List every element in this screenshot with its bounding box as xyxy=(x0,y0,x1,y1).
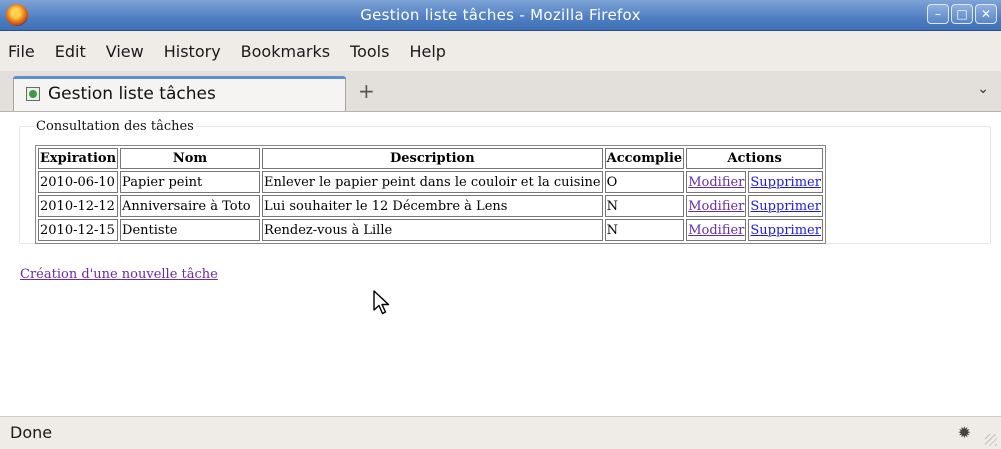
menu-history[interactable]: History xyxy=(154,42,231,61)
create-task-link[interactable]: Création d'une nouvelle tâche xyxy=(20,267,218,282)
header-nom: Nom xyxy=(120,148,261,169)
header-description: Description xyxy=(262,148,603,169)
bug-icon[interactable]: ✹ xyxy=(958,423,971,442)
cell-expiration: 2010-12-15 xyxy=(38,219,119,241)
modifier-link[interactable]: Modifier xyxy=(688,223,744,238)
table-header-row: Expiration Nom Description Accomplie Act… xyxy=(38,148,823,169)
cell-accomplie: O xyxy=(604,171,685,193)
mouse-pointer-icon xyxy=(373,290,390,315)
table-row: 2010-06-10 Papier peint Enlever le papie… xyxy=(38,171,823,193)
cell-accomplie: N xyxy=(604,219,685,241)
cell-supprimer: Supprimer xyxy=(748,219,823,241)
window-title: Gestion liste tâches - Mozilla Firefox xyxy=(360,6,641,24)
cell-description: Rendez-vous à Lille xyxy=(262,219,603,241)
cell-nom: Dentiste xyxy=(120,219,261,241)
cell-nom: Papier peint xyxy=(120,171,261,193)
menu-help[interactable]: Help xyxy=(399,42,455,61)
menu-view[interactable]: View xyxy=(96,42,154,61)
page-content: Consultation des tâches Expiration Nom D… xyxy=(0,112,1001,416)
page-favicon-icon xyxy=(26,87,40,101)
cell-description: Enlever le papier peint dans le couloir … xyxy=(262,171,603,193)
cell-accomplie: N xyxy=(604,195,685,217)
menu-bar: File Edit View History Bookmarks Tools H… xyxy=(0,31,1001,71)
cell-modifier: Modifier xyxy=(686,219,747,241)
table-row: 2010-12-12 Anniversaire à Toto Lui souha… xyxy=(38,195,823,217)
tab-label: Gestion liste tâches xyxy=(48,84,216,104)
status-bar: Done ✹ xyxy=(0,416,1001,449)
menu-edit[interactable]: Edit xyxy=(45,42,96,61)
header-actions: Actions xyxy=(686,148,823,169)
cell-supprimer: Supprimer xyxy=(748,171,823,193)
modifier-link[interactable]: Modifier xyxy=(688,175,744,190)
cell-description: Lui souhaiter le 12 Décembre à Lens xyxy=(262,195,603,217)
supprimer-link[interactable]: Supprimer xyxy=(750,199,821,214)
cell-modifier: Modifier xyxy=(686,195,747,217)
tab-strip: Gestion liste tâches + ⌄ xyxy=(0,71,1001,112)
modifier-link[interactable]: Modifier xyxy=(688,199,744,214)
cell-expiration: 2010-12-12 xyxy=(38,195,119,217)
status-text: Done xyxy=(10,423,53,442)
header-accomplie: Accomplie xyxy=(604,148,685,169)
menu-bookmarks[interactable]: Bookmarks xyxy=(231,42,340,61)
tab-gestion-liste-taches[interactable]: Gestion liste tâches xyxy=(13,76,346,111)
cell-supprimer: Supprimer xyxy=(748,195,823,217)
header-expiration: Expiration xyxy=(38,148,119,169)
supprimer-link[interactable]: Supprimer xyxy=(750,223,821,238)
task-table: Expiration Nom Description Accomplie Act… xyxy=(35,145,826,244)
minimize-button[interactable]: – xyxy=(927,4,949,24)
close-button[interactable]: ✕ xyxy=(975,4,997,24)
menu-tools[interactable]: Tools xyxy=(340,42,399,61)
cell-nom: Anniversaire à Toto xyxy=(120,195,261,217)
new-tab-icon[interactable]: + xyxy=(358,79,375,103)
resize-grip-icon[interactable] xyxy=(985,434,997,446)
task-fieldset: Consultation des tâches Expiration Nom D… xyxy=(19,119,991,244)
maximize-button[interactable]: □ xyxy=(951,4,973,24)
tab-list-chevron-down-icon[interactable]: ⌄ xyxy=(977,81,989,97)
window-titlebar[interactable]: Gestion liste tâches - Mozilla Firefox –… xyxy=(0,0,1001,31)
tab-active-indicator xyxy=(13,76,346,79)
table-row: 2010-12-15 Dentiste Rendez-vous à Lille … xyxy=(38,219,823,241)
supprimer-link[interactable]: Supprimer xyxy=(750,175,821,190)
menu-file[interactable]: File xyxy=(0,42,45,61)
fieldset-legend: Consultation des tâches xyxy=(34,119,196,134)
cell-expiration: 2010-06-10 xyxy=(38,171,119,193)
cell-modifier: Modifier xyxy=(686,171,747,193)
